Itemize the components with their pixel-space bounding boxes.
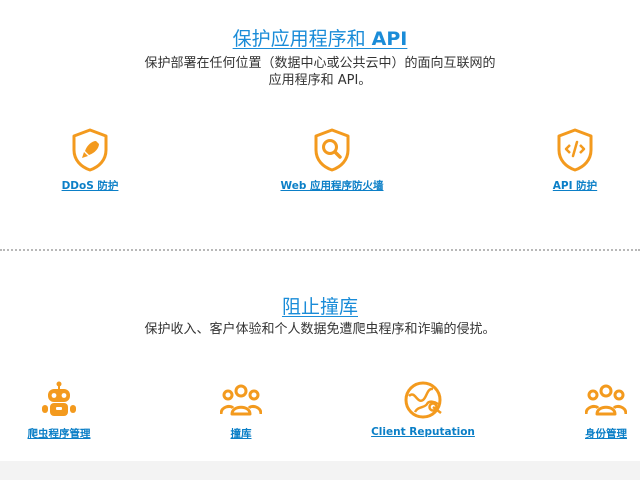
rocket-shield-icon (72, 128, 108, 172)
identity-management-link[interactable]: 身份管理 (572, 426, 640, 441)
robot-icon (42, 381, 76, 416)
section-subtitle-stop-stuffing: 保护收入、客户体验和个人数据免遭爬虫程序和诈骗的侵扰。 (144, 322, 496, 337)
credential-stuffing-item[interactable]: 撞库 (206, 380, 276, 441)
bot-management-link[interactable]: 爬虫程序管理 (14, 426, 104, 441)
ddos-protection-item[interactable]: DDoS 防护 (40, 128, 140, 193)
section-title-stop-stuffing[interactable]: 阻止撞库 (0, 292, 640, 319)
ddos-protection-link[interactable]: DDoS 防护 (40, 178, 140, 193)
footer-band (0, 461, 640, 480)
api-protection-item[interactable]: API 防护 (530, 128, 620, 193)
code-shield-icon (557, 128, 593, 172)
waf-item[interactable]: Web 应用程序防火墙 (262, 128, 402, 193)
client-reputation-link[interactable]: Client Reputation (368, 426, 478, 438)
waf-link[interactable]: Web 应用程序防火墙 (262, 178, 402, 193)
identity-management-item[interactable]: 身份管理 (572, 380, 640, 441)
identity-users-icon (585, 384, 627, 416)
section-title-protect-apps[interactable]: 保护应用程序和 API (0, 24, 640, 51)
credential-stuffing-link[interactable]: 撞库 (206, 426, 276, 441)
client-reputation-item[interactable]: Client Reputation (368, 380, 478, 438)
magnifier-shield-icon (314, 128, 350, 172)
api-protection-link[interactable]: API 防护 (530, 178, 620, 193)
section-subtitle-protect-apps: 保护部署在任何位置（数据中心或公共云中）的面向互联网的 应用程序和 API。 (144, 56, 496, 88)
section-divider (0, 249, 640, 251)
users-group-icon (220, 384, 262, 416)
bot-management-item[interactable]: 爬虫程序管理 (14, 380, 104, 441)
globe-network-icon (404, 381, 442, 419)
